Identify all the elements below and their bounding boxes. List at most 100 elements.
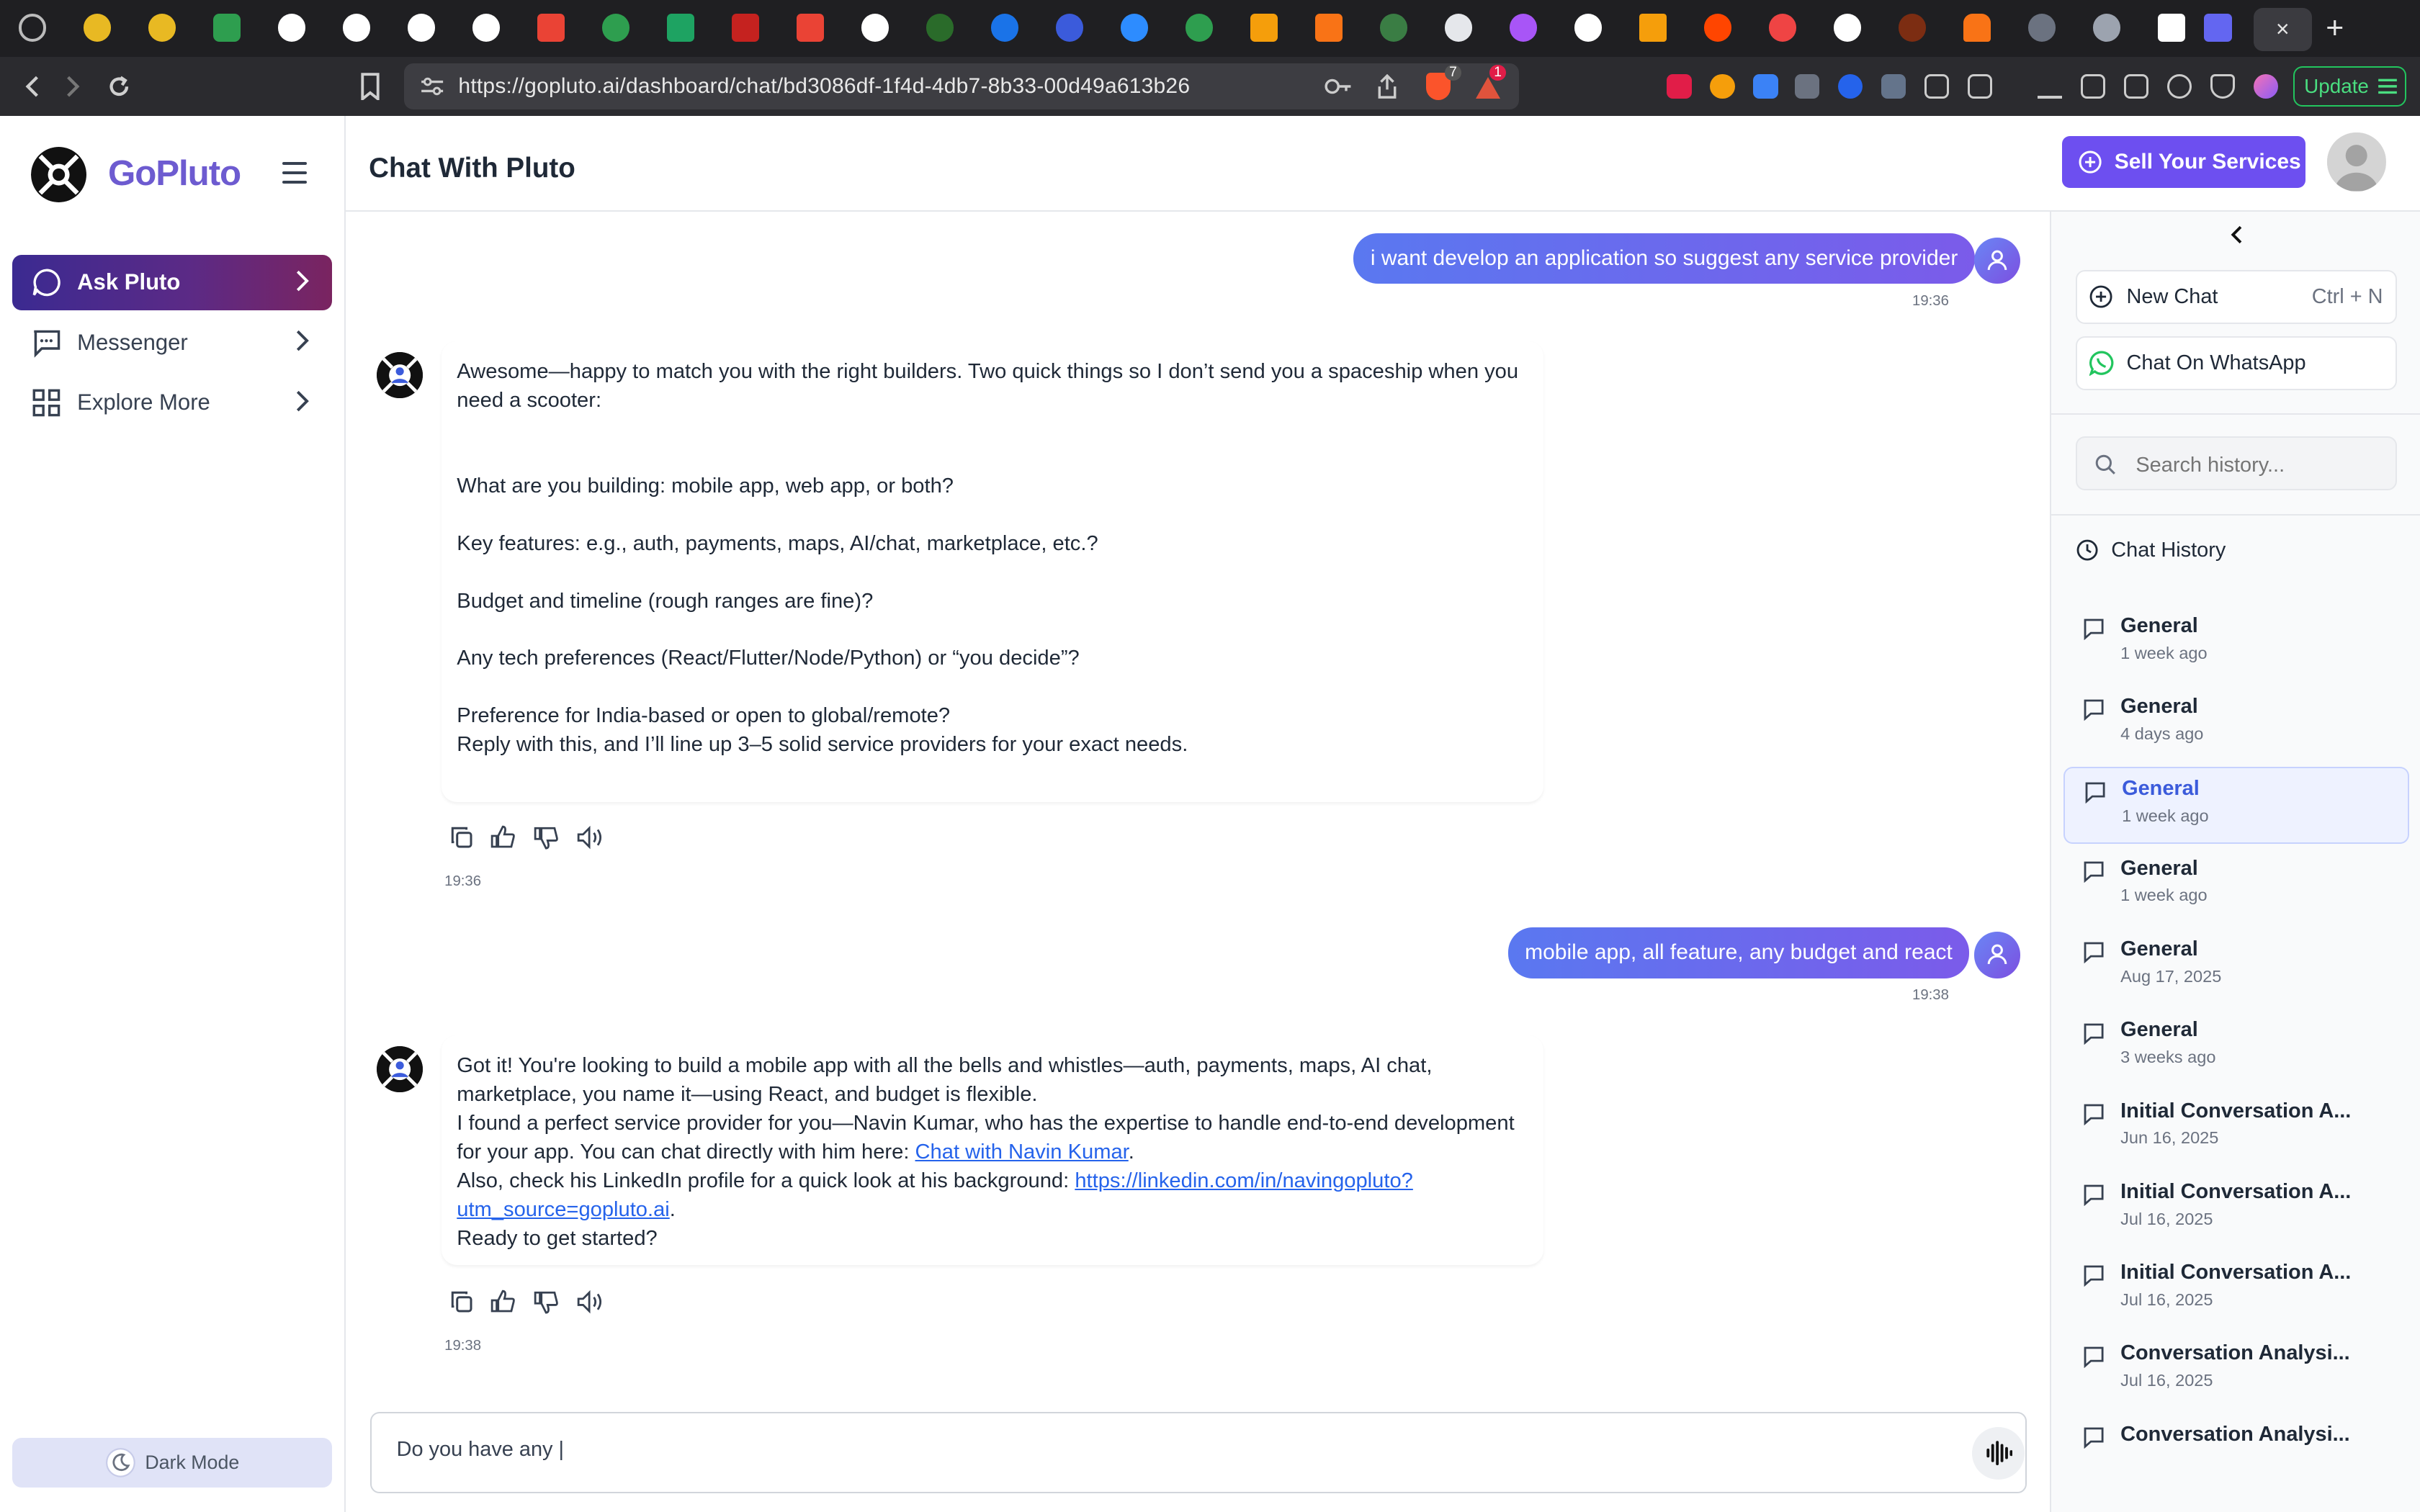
history-item[interactable]: General Aug 17, 2025	[2063, 928, 2409, 1005]
message-actions	[449, 825, 607, 850]
tab-favicon-20[interactable]	[1250, 14, 1278, 42]
share-icon[interactable]	[1376, 73, 1398, 99]
history-item[interactable]: Conversation Analysi... Jul 16, 2025	[2063, 1333, 2409, 1410]
bookmark-icon[interactable]	[359, 72, 381, 101]
collapse-panel-icon[interactable]	[2230, 224, 2245, 246]
forward-icon[interactable]	[62, 74, 84, 99]
chat-input[interactable]	[393, 1436, 1906, 1464]
thumbs-down-icon[interactable]	[534, 825, 560, 850]
tab-favicon-17[interactable]	[1055, 14, 1084, 42]
sidebar-item-messenger[interactable]: Messenger	[12, 315, 332, 370]
tab-favicon-4[interactable]	[212, 14, 241, 42]
sidebar-item-ask-pluto[interactable]: Ask Pluto	[12, 254, 332, 310]
linkedin-link[interactable]: https://linkedin.com/in/navingopluto?	[1075, 1169, 1413, 1192]
google-tab-icon[interactable]	[1833, 14, 1862, 42]
update-button[interactable]: Update	[2293, 66, 2406, 107]
address-bar[interactable]: https://gopluto.ai/dashboard/chat/bd3086…	[404, 63, 1519, 110]
history-item[interactable]: General 4 days ago	[2063, 685, 2409, 762]
tab-favicon-15[interactable]	[926, 14, 954, 42]
history-item[interactable]: Conversation Analysi...	[2063, 1413, 2409, 1490]
voice-input-button[interactable]	[1972, 1426, 2025, 1480]
whatsapp-button[interactable]: Chat On WhatsApp	[2075, 336, 2397, 391]
thumbs-down-icon[interactable]	[534, 1290, 560, 1314]
dark-mode-toggle[interactable]: Dark Mode	[12, 1438, 332, 1488]
thumbs-up-icon[interactable]	[490, 825, 516, 850]
extension-icon[interactable]	[1753, 73, 1778, 99]
sheets-tab-icon[interactable]	[666, 14, 695, 42]
new-tab-icon[interactable]: +	[2326, 11, 2344, 46]
puzzle-icon[interactable]	[1924, 73, 1950, 99]
gmail-tab-icon[interactable]	[731, 14, 760, 42]
wallet-icon[interactable]	[2123, 73, 2148, 99]
github-tab-icon[interactable]	[861, 14, 889, 42]
tab-favicon-1[interactable]	[18, 14, 47, 42]
extension-icon[interactable]	[1881, 73, 1906, 99]
extension-icon[interactable]	[1795, 73, 1820, 99]
key-icon[interactable]	[1324, 76, 1353, 97]
history-search-input[interactable]	[2133, 451, 2388, 479]
tab-favicon-23[interactable]	[1444, 14, 1473, 42]
reader-icon[interactable]	[1968, 73, 1993, 99]
gopluto-logo-icon[interactable]	[30, 146, 86, 202]
extension-icon[interactable]	[1667, 73, 1692, 99]
reddit-tab-icon[interactable]	[1703, 14, 1732, 42]
profile-icon[interactable]	[2253, 73, 2278, 99]
zoom-tab-icon[interactable]	[1120, 14, 1149, 42]
speaker-icon[interactable]	[577, 825, 606, 850]
tab-favicon-32[interactable]	[2027, 14, 2056, 42]
tab-favicon-10[interactable]	[601, 14, 630, 42]
tab-favicon-28[interactable]	[1768, 14, 1797, 42]
history-item[interactable]: General 1 week ago	[2063, 847, 2409, 924]
chart-tab-icon[interactable]	[1639, 14, 1667, 42]
site-settings-icon[interactable]	[420, 76, 444, 97]
hamburger-menu-icon[interactable]	[282, 161, 308, 190]
gmail-tab-icon[interactable]	[537, 14, 565, 42]
tab-favicon-19[interactable]	[1185, 14, 1214, 42]
extension-icon[interactable]	[1838, 73, 1863, 99]
vpn-icon[interactable]	[2210, 73, 2235, 99]
github-tab-icon[interactable]	[407, 14, 436, 42]
reload-icon[interactable]	[105, 73, 133, 101]
sidebar-item-explore-more[interactable]: Explore More	[12, 375, 332, 431]
sell-services-button[interactable]: Sell Your Services	[2061, 135, 2306, 189]
tab-favicon-24[interactable]	[1509, 14, 1538, 42]
chat-with-provider-link[interactable]: Chat with Navin Kumar	[915, 1140, 1129, 1164]
extension-icon[interactable]	[1710, 73, 1735, 99]
history-item[interactable]: General 1 week ago	[2063, 605, 2409, 682]
speaker-icon[interactable]	[577, 1290, 606, 1314]
brand-name[interactable]: GoPluto	[108, 153, 241, 194]
github-tab-icon[interactable]	[342, 14, 371, 42]
history-item[interactable]: Initial Conversation A... Jul 16, 2025	[2063, 1171, 2409, 1248]
copy-icon[interactable]	[449, 1290, 474, 1314]
leo-icon[interactable]	[2166, 73, 2192, 99]
tab-favicon-22[interactable]	[1379, 14, 1408, 42]
new-chat-button[interactable]: New Chat Ctrl + N	[2075, 269, 2397, 324]
openai-tab-icon[interactable]	[1574, 14, 1603, 42]
history-item[interactable]: General 3 weeks ago	[2063, 1009, 2409, 1086]
history-item[interactable]: General 1 week ago	[2063, 766, 2409, 844]
history-item[interactable]: Initial Conversation A... Jun 16, 2025	[2063, 1090, 2409, 1167]
tab-favicon-30[interactable]	[1898, 14, 1927, 42]
tab-favicon-16[interactable]	[990, 14, 1019, 42]
tab-favicon-3[interactable]	[148, 14, 176, 42]
github-tab-icon[interactable]	[472, 14, 501, 42]
user-avatar[interactable]	[2327, 132, 2386, 192]
tab-favicon-21[interactable]	[1314, 14, 1343, 42]
tab-favicon-2[interactable]	[83, 14, 112, 42]
tab-favicon-33[interactable]	[2092, 14, 2121, 42]
tab-favicon-35[interactable]	[2204, 14, 2232, 42]
active-tab[interactable]: ×	[2253, 7, 2312, 51]
download-icon[interactable]	[2037, 74, 2062, 99]
copy-icon[interactable]	[449, 825, 474, 850]
back-icon[interactable]	[22, 74, 43, 99]
tab-favicon-34[interactable]	[2157, 14, 2186, 42]
sidebar-toggle-icon[interactable]	[2080, 73, 2105, 99]
github-tab-icon[interactable]	[277, 14, 306, 42]
history-item[interactable]: Initial Conversation A... Jul 16, 2025	[2063, 1251, 2409, 1328]
close-icon[interactable]: ×	[2276, 16, 2290, 42]
thumbs-up-icon[interactable]	[490, 1290, 516, 1314]
cloud-tab-icon[interactable]	[1963, 14, 1991, 42]
linkedin-link-cont[interactable]: utm_source=gopluto.ai	[457, 1198, 670, 1221]
gmail-tab-icon[interactable]	[796, 14, 825, 42]
user-avatar-icon	[1973, 237, 2020, 284]
